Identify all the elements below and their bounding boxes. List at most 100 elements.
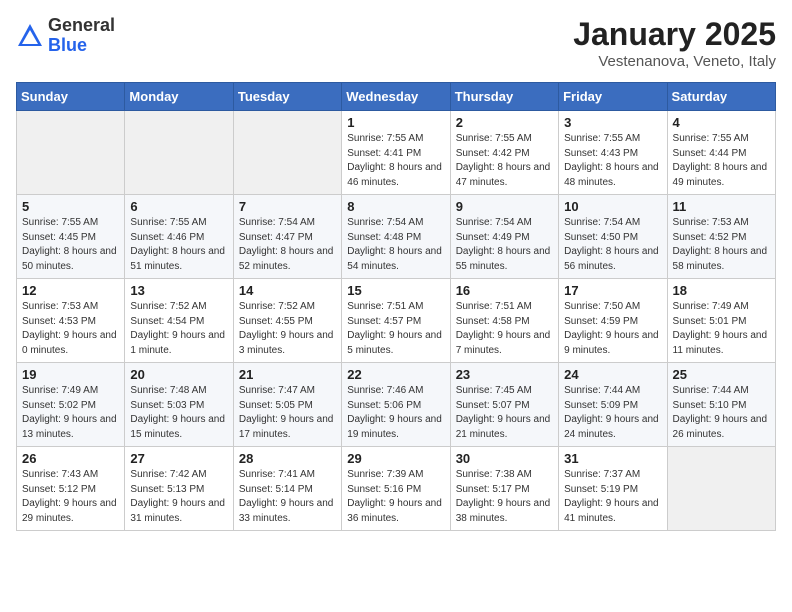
day-info: Sunrise: 7:44 AM Sunset: 5:10 PM Dayligh… [673,384,770,442]
calendar-cell: 17Sunrise: 7:50 AM Sunset: 4:59 PM Dayli… [559,279,667,363]
logo-text: General Blue [48,16,115,56]
calendar-header: Sunday Monday Tuesday Wednesday Thursday… [17,83,776,111]
day-number: 17 [564,283,661,298]
calendar-week-4: 19 Sunrise: 7:49 AM Sunset: 5:02 PM Dayli… [17,363,776,447]
day-number: 7 [239,199,336,214]
calendar-cell [125,111,233,195]
day-info: Sunrise: 7:55 AM Sunset: 4:41 PM Dayligh… [347,132,444,190]
weekday-row: Sunday Monday Tuesday Wednesday Thursday… [17,83,776,111]
day-number: 24 [564,367,661,382]
col-thursday: Thursday [450,83,558,111]
day-info: Sunrise: 7:55 AM Sunset: 4:43 PM Dayligh… [564,132,661,190]
day-number: 15 [347,283,444,298]
day-info: Sunrise: 7:55 AM Sunset: 4:45 PM Dayligh… [22,216,119,274]
day-info: Sunrise: 7:54 AM Sunset: 4:47 PM Dayligh… [239,216,336,274]
calendar-cell: 29Sunrise: 7:39 AM Sunset: 5:16 PM Dayli… [342,447,450,531]
calendar-cell: 28 Sunrise: 7:41 AM Sunset: 5:14 PM Dayli… [233,447,341,531]
page-header: General Blue January 2025 Vestenanova, V… [16,16,776,70]
calendar-cell: 25 Sunrise: 7:44 AM Sunset: 5:10 PM Dayli… [667,363,775,447]
day-number: 29 [347,451,444,466]
day-info: Sunrise: 7:52 AM Sunset: 4:55 PM Dayligh… [239,300,336,358]
day-info: Sunrise: 7:54 AM Sunset: 4:50 PM Dayligh… [564,216,661,274]
day-number: 6 [130,199,227,214]
calendar-cell: 10Sunrise: 7:54 AM Sunset: 4:50 PM Dayli… [559,195,667,279]
calendar-cell [667,447,775,531]
calendar-cell: 12Sunrise: 7:53 AM Sunset: 4:53 PM Dayli… [17,279,125,363]
calendar-body: 1Sunrise: 7:55 AM Sunset: 4:41 PM Daylig… [17,111,776,531]
day-info: Sunrise: 7:55 AM Sunset: 4:42 PM Dayligh… [456,132,553,190]
calendar-cell: 21 Sunrise: 7:47 AM Sunset: 5:05 PM Dayli… [233,363,341,447]
day-number: 23 [456,367,553,382]
day-info: Sunrise: 7:51 AM Sunset: 4:58 PM Dayligh… [456,300,553,358]
day-number: 3 [564,115,661,130]
logo: General Blue [16,16,115,56]
day-number: 30 [456,451,553,466]
calendar-cell: 30 Sunrise: 7:38 AM Sunset: 5:17 PM Dayli… [450,447,558,531]
day-number: 19 [22,367,119,382]
calendar-cell: 9Sunrise: 7:54 AM Sunset: 4:49 PM Daylig… [450,195,558,279]
day-number: 20 [130,367,227,382]
day-number: 25 [673,367,770,382]
day-info: Sunrise: 7:55 AM Sunset: 4:46 PM Dayligh… [130,216,227,274]
day-info: Sunrise: 7:46 AM Sunset: 5:06 PM Dayligh… [347,384,444,442]
day-info: Sunrise: 7:48 AM Sunset: 5:03 PM Dayligh… [130,384,227,442]
calendar-week-2: 5 Sunrise: 7:55 AM Sunset: 4:45 PM Daylig… [17,195,776,279]
day-info: Sunrise: 7:49 AM Sunset: 5:01 PM Dayligh… [673,300,770,358]
calendar-cell: 5 Sunrise: 7:55 AM Sunset: 4:45 PM Daylig… [17,195,125,279]
calendar-cell: 7 Sunrise: 7:54 AM Sunset: 4:47 PM Daylig… [233,195,341,279]
day-info: Sunrise: 7:38 AM Sunset: 5:17 PM Dayligh… [456,468,553,526]
col-friday: Friday [559,83,667,111]
day-info: Sunrise: 7:47 AM Sunset: 5:05 PM Dayligh… [239,384,336,442]
calendar-cell: 1Sunrise: 7:55 AM Sunset: 4:41 PM Daylig… [342,111,450,195]
day-number: 11 [673,199,770,214]
day-number: 31 [564,451,661,466]
col-sunday: Sunday [17,83,125,111]
calendar-cell: 23 Sunrise: 7:45 AM Sunset: 5:07 PM Dayli… [450,363,558,447]
logo-blue: Blue [48,35,87,55]
day-info: Sunrise: 7:37 AM Sunset: 5:19 PM Dayligh… [564,468,661,526]
day-info: Sunrise: 7:54 AM Sunset: 4:48 PM Dayligh… [347,216,444,274]
day-number: 22 [347,367,444,382]
day-number: 5 [22,199,119,214]
day-number: 28 [239,451,336,466]
calendar-cell: 31 Sunrise: 7:37 AM Sunset: 5:19 PM Dayli… [559,447,667,531]
day-info: Sunrise: 7:53 AM Sunset: 4:52 PM Dayligh… [673,216,770,274]
calendar-table: Sunday Monday Tuesday Wednesday Thursday… [16,82,776,531]
calendar-cell: 19 Sunrise: 7:49 AM Sunset: 5:02 PM Dayli… [17,363,125,447]
day-info: Sunrise: 7:53 AM Sunset: 4:53 PM Dayligh… [22,300,119,358]
day-info: Sunrise: 7:43 AM Sunset: 5:12 PM Dayligh… [22,468,119,526]
day-info: Sunrise: 7:45 AM Sunset: 5:07 PM Dayligh… [456,384,553,442]
day-info: Sunrise: 7:44 AM Sunset: 5:09 PM Dayligh… [564,384,661,442]
calendar-cell: 11 Sunrise: 7:53 AM Sunset: 4:52 PM Dayli… [667,195,775,279]
day-info: Sunrise: 7:41 AM Sunset: 5:14 PM Dayligh… [239,468,336,526]
calendar-cell [233,111,341,195]
day-info: Sunrise: 7:52 AM Sunset: 4:54 PM Dayligh… [130,300,227,358]
calendar-cell: 27Sunrise: 7:42 AM Sunset: 5:13 PM Dayli… [125,447,233,531]
day-number: 4 [673,115,770,130]
day-number: 16 [456,283,553,298]
day-number: 2 [456,115,553,130]
day-info: Sunrise: 7:51 AM Sunset: 4:57 PM Dayligh… [347,300,444,358]
day-number: 13 [130,283,227,298]
day-number: 8 [347,199,444,214]
calendar-cell: 6 Sunrise: 7:55 AM Sunset: 4:46 PM Daylig… [125,195,233,279]
calendar-cell: 24 Sunrise: 7:44 AM Sunset: 5:09 PM Dayli… [559,363,667,447]
calendar-cell: 16 Sunrise: 7:51 AM Sunset: 4:58 PM Dayli… [450,279,558,363]
day-info: Sunrise: 7:49 AM Sunset: 5:02 PM Dayligh… [22,384,119,442]
day-number: 9 [456,199,553,214]
calendar-cell: 2 Sunrise: 7:55 AM Sunset: 4:42 PM Daylig… [450,111,558,195]
calendar-cell: 26Sunrise: 7:43 AM Sunset: 5:12 PM Dayli… [17,447,125,531]
calendar-cell: 13 Sunrise: 7:52 AM Sunset: 4:54 PM Dayli… [125,279,233,363]
calendar-cell: 8 Sunrise: 7:54 AM Sunset: 4:48 PM Daylig… [342,195,450,279]
calendar-cell: 3 Sunrise: 7:55 AM Sunset: 4:43 PM Daylig… [559,111,667,195]
calendar-cell: 4 Sunrise: 7:55 AM Sunset: 4:44 PM Daylig… [667,111,775,195]
day-number: 21 [239,367,336,382]
logo-general: General [48,15,115,35]
col-wednesday: Wednesday [342,83,450,111]
title-block: January 2025 Vestenanova, Veneto, Italy [573,16,776,70]
day-info: Sunrise: 7:55 AM Sunset: 4:44 PM Dayligh… [673,132,770,190]
day-number: 27 [130,451,227,466]
col-monday: Monday [125,83,233,111]
logo-icon [16,22,44,50]
calendar-cell: 14Sunrise: 7:52 AM Sunset: 4:55 PM Dayli… [233,279,341,363]
